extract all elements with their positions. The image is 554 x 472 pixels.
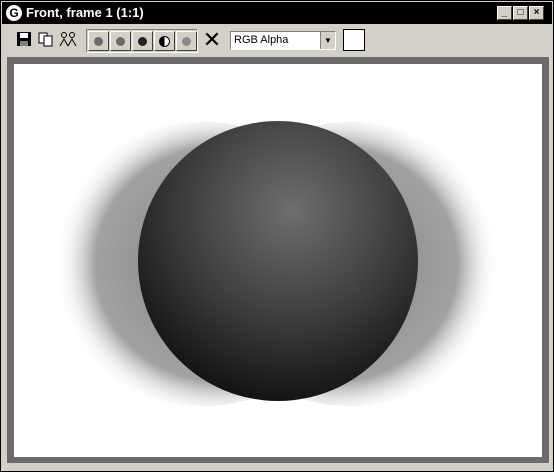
- red-channel-button[interactable]: [88, 31, 109, 51]
- clone-icon[interactable]: [59, 31, 77, 49]
- close-icon[interactable]: ×: [529, 6, 544, 20]
- render-canvas[interactable]: [14, 64, 542, 457]
- maximize-icon[interactable]: □: [513, 6, 528, 20]
- minimize-icon[interactable]: _: [497, 6, 512, 20]
- window-title: Front, frame 1 (1:1): [26, 5, 144, 20]
- save-icon[interactable]: [15, 31, 33, 49]
- half-circle-icon: [159, 36, 170, 47]
- channel-dot-icon: [94, 37, 103, 46]
- render-image: [54, 121, 499, 406]
- channel-dot-icon: [182, 37, 191, 46]
- copy-icon-glyph: [38, 32, 53, 47]
- alpha-channel-button[interactable]: [154, 31, 175, 51]
- title-bar[interactable]: G Front, frame 1 (1:1) _ □ ×: [2, 2, 552, 24]
- channel-dot-icon: [116, 37, 125, 46]
- render-window: G Front, frame 1 (1:1) _ □ × ✕ RGB Alpha…: [0, 0, 554, 472]
- save-icon-glyph: [17, 32, 31, 46]
- channel-button-group: [86, 29, 198, 53]
- monochrome-button[interactable]: [176, 31, 197, 51]
- copy-icon[interactable]: [37, 31, 55, 49]
- blue-channel-button[interactable]: [132, 31, 153, 51]
- app-logo-icon: G: [6, 5, 22, 21]
- toolbar: ✕ RGB Alpha ▼: [2, 25, 552, 57]
- sphere: [138, 121, 418, 401]
- clear-icon[interactable]: ✕: [202, 29, 222, 51]
- chevron-down-icon[interactable]: ▼: [320, 32, 335, 49]
- channel-select-value: RGB Alpha: [234, 34, 289, 46]
- clone-icon-glyph: [59, 32, 77, 47]
- channel-select[interactable]: RGB Alpha ▼: [230, 31, 336, 50]
- channel-dot-icon: [138, 37, 147, 46]
- background-color-swatch[interactable]: [343, 29, 365, 51]
- green-channel-button[interactable]: [110, 31, 131, 51]
